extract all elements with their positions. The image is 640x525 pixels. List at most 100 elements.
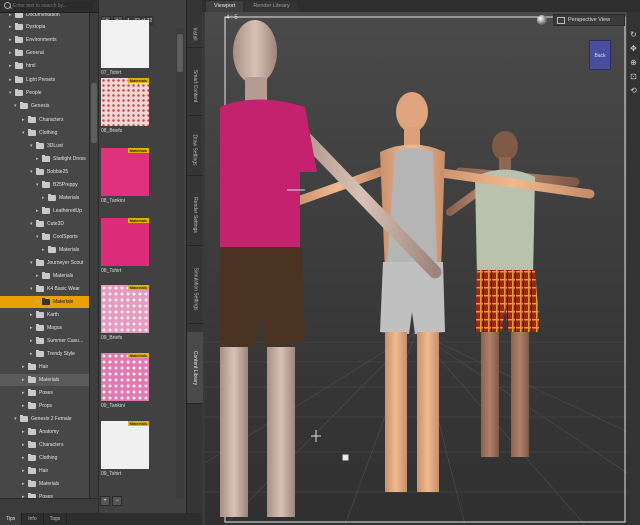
collapsed-arrow-icon[interactable]: ▸: [30, 338, 35, 344]
collapsed-arrow-icon[interactable]: ▸: [9, 63, 14, 69]
tree-item[interactable]: ▸ Trendy Style: [0, 348, 89, 360]
tab-tips[interactable]: Tips: [0, 513, 23, 525]
tree-scrollbar[interactable]: [89, 13, 98, 498]
tab-render-library[interactable]: Render Library: [245, 1, 298, 12]
tab-info[interactable]: Info: [22, 513, 44, 525]
tree-item[interactable]: ▾ People: [0, 87, 89, 99]
tree-item[interactable]: ▸ Materials: [0, 244, 89, 256]
expanded-arrow-icon[interactable]: ▾: [22, 130, 27, 136]
collapsed-arrow-icon[interactable]: ▸: [22, 377, 27, 383]
tree-item[interactable]: ▸ Dystopia: [0, 21, 89, 33]
tab-viewport[interactable]: Viewport: [206, 1, 244, 12]
collapsed-arrow-icon[interactable]: ▸: [36, 273, 41, 279]
collapsed-arrow-icon[interactable]: ▸: [22, 455, 27, 461]
collapsed-arrow-icon[interactable]: ▸: [9, 37, 14, 43]
reset-view-icon[interactable]: ⟲: [629, 86, 638, 95]
tree-item[interactable]: ▸ Materials: [0, 270, 89, 282]
collapsed-arrow-icon[interactable]: ▸: [30, 351, 35, 357]
tree-item[interactable]: ▸ Hair: [0, 361, 89, 373]
draw-style-sphere-icon[interactable]: [537, 15, 547, 25]
tree-item[interactable]: ▸ Characters: [0, 439, 89, 451]
tree-item[interactable]: ▾ B25Preppy: [0, 179, 89, 191]
tree-item[interactable]: ▾ K4 Basic Wear: [0, 283, 89, 295]
tree-item[interactable]: ▾ Bobbie25: [0, 166, 89, 178]
side-tab[interactable]: Content Library: [187, 332, 203, 404]
expanded-arrow-icon[interactable]: ▾: [36, 234, 41, 240]
thumbnail-image[interactable]: Materials: [101, 353, 149, 401]
collapsed-arrow-icon[interactable]: ▸: [42, 247, 47, 253]
collapsed-arrow-icon[interactable]: ▸: [30, 312, 35, 318]
collapsed-arrow-icon[interactable]: ▸: [30, 325, 35, 331]
collapsed-arrow-icon[interactable]: ▸: [42, 195, 47, 201]
tree-item[interactable]: ▸ Environments: [0, 34, 89, 46]
expanded-arrow-icon[interactable]: ▾: [14, 416, 19, 422]
collapsed-arrow-icon[interactable]: ▸: [9, 13, 14, 18]
collapsed-arrow-icon[interactable]: ▸: [22, 468, 27, 474]
side-tab[interactable]: Simulation Settings: [187, 254, 203, 324]
tree-item[interactable]: ▾ 3DLust: [0, 140, 89, 152]
tree-item[interactable]: ▸ Materials: [0, 296, 89, 308]
tree-item[interactable]: ▾ Clothing: [0, 127, 89, 139]
collapsed-arrow-icon[interactable]: ▸: [22, 117, 27, 123]
tree-item[interactable]: ▸ Materials: [0, 374, 89, 386]
collapsed-arrow-icon[interactable]: ▸: [9, 50, 14, 56]
view-cube[interactable]: Back: [589, 40, 611, 70]
thumbnail-image[interactable]: [101, 20, 149, 68]
collapsed-arrow-icon[interactable]: ▸: [22, 390, 27, 396]
tree-item[interactable]: ▸ Magus: [0, 322, 89, 334]
viewport-canvas[interactable]: [205, 12, 627, 525]
side-tab[interactable]: Smart Content: [187, 56, 203, 116]
thumbnail-image[interactable]: Materials: [101, 148, 149, 196]
frame-icon[interactable]: ⊡: [629, 72, 638, 81]
tree-item[interactable]: ▸ Materials: [0, 478, 89, 490]
collapsed-arrow-icon[interactable]: ▸: [22, 429, 27, 435]
tree-item[interactable]: ▸ Documentation: [0, 13, 89, 21]
zoom-icon[interactable]: ⊕: [629, 58, 638, 67]
tree-item[interactable]: ▾ Journeyer Scout: [0, 257, 89, 269]
thumbnail-image[interactable]: Materials: [101, 78, 149, 126]
tree-item[interactable]: ▾ Cute3D: [0, 218, 89, 230]
expanded-arrow-icon[interactable]: ▾: [30, 286, 35, 292]
expanded-arrow-icon[interactable]: ▾: [30, 260, 35, 266]
tree-item[interactable]: ▸ html: [0, 60, 89, 72]
collapsed-arrow-icon[interactable]: ▸: [36, 299, 41, 305]
pan-icon[interactable]: ✥: [629, 44, 638, 53]
expanded-arrow-icon[interactable]: ▾: [30, 221, 35, 227]
add-button[interactable]: +: [100, 496, 110, 506]
collapsed-arrow-icon[interactable]: ▸: [22, 403, 27, 409]
collapsed-arrow-icon[interactable]: ▸: [22, 364, 27, 370]
search-input[interactable]: [13, 1, 93, 11]
tree-item[interactable]: ▸ Poses: [0, 491, 89, 498]
tree-item[interactable]: ▾ CoolSports: [0, 231, 89, 243]
search-icon[interactable]: [3, 1, 13, 11]
tree-item[interactable]: ▸ Karth: [0, 309, 89, 321]
tree-item[interactable]: ▸ Props: [0, 400, 89, 412]
tree-item[interactable]: ▸ Hair: [0, 465, 89, 477]
collapsed-arrow-icon[interactable]: ▸: [36, 156, 41, 162]
thumbnail-image[interactable]: Materials: [101, 421, 149, 469]
collapsed-arrow-icon[interactable]: ▸: [9, 77, 14, 83]
expanded-arrow-icon[interactable]: ▾: [30, 169, 35, 175]
tree-item[interactable]: ▸ Starlight Dress: [0, 153, 89, 165]
thumbnail-image[interactable]: Materials: [101, 218, 149, 266]
collapsed-arrow-icon[interactable]: ▸: [22, 481, 27, 487]
collapsed-arrow-icon[interactable]: ▸: [22, 442, 27, 448]
tree-item[interactable]: ▸ Light Presets: [0, 74, 89, 86]
collapsed-arrow-icon[interactable]: ▸: [9, 24, 14, 30]
tree-item[interactable]: ▸ Anatomy: [0, 426, 89, 438]
orbit-icon[interactable]: ↻: [629, 30, 638, 39]
side-tab[interactable]: Draw Settings: [187, 124, 203, 176]
expanded-arrow-icon[interactable]: ▾: [30, 143, 35, 149]
remove-button[interactable]: −: [112, 496, 122, 506]
tree-item[interactable]: ▸ General: [0, 47, 89, 59]
thumbnail-scrollbar[interactable]: [176, 28, 184, 498]
tree-item[interactable]: ▸ Clothing: [0, 452, 89, 464]
tree-item[interactable]: ▸ Summer Casu...: [0, 335, 89, 347]
tree-item[interactable]: ▸ Poses: [0, 387, 89, 399]
thumbnail-image[interactable]: Materials: [101, 285, 149, 333]
side-tab[interactable]: Install: [187, 20, 203, 48]
tree-item[interactable]: ▸ Materials: [0, 192, 89, 204]
tab-tags[interactable]: Tags: [44, 513, 68, 525]
collapsed-arrow-icon[interactable]: ▸: [36, 208, 41, 214]
expanded-arrow-icon[interactable]: ▾: [14, 103, 19, 109]
